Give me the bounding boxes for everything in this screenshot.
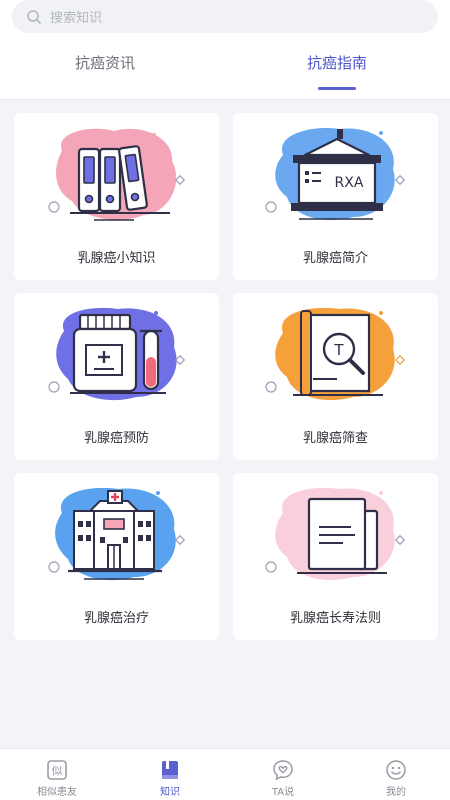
tabbar-item-similar[interactable]: 似 相似患友 bbox=[17, 759, 97, 798]
tab-cancer-guide[interactable]: 抗癌指南 bbox=[272, 52, 402, 73]
document-stack-icon bbox=[265, 487, 406, 581]
binders-icon bbox=[48, 128, 186, 221]
search-icon bbox=[26, 9, 42, 25]
card-prevention[interactable]: 乳腺癌预防 bbox=[14, 293, 219, 460]
card-title: 乳腺癌筛查 bbox=[302, 431, 368, 446]
tab-bar: 抗癌资讯 抗癌指南 bbox=[0, 44, 450, 90]
tabbar-item-ta-says[interactable]: TA说 bbox=[243, 759, 323, 798]
svg-text:似: 似 bbox=[52, 765, 63, 778]
card-title: 乳腺癌长寿法则 bbox=[289, 611, 381, 626]
book-icon bbox=[162, 761, 178, 779]
similar-icon: 似 bbox=[47, 760, 67, 780]
search-input[interactable]: 搜索知识 bbox=[50, 7, 102, 26]
card-title: 乳腺癌小知识 bbox=[77, 251, 156, 266]
tabbar-label: 相似患友 bbox=[37, 787, 77, 798]
board-rxa-icon: RXA bbox=[265, 128, 406, 221]
card-title: 乳腺癌简介 bbox=[302, 251, 368, 266]
search-bar[interactable]: 搜索知识 bbox=[12, 0, 438, 33]
hospital-icon bbox=[48, 487, 186, 581]
bottom-tab-bar: 似 相似患友 知识 TA说 我的 bbox=[0, 748, 450, 800]
magnifier-document-icon: T bbox=[265, 307, 406, 401]
tabbar-label: 我的 bbox=[386, 787, 406, 798]
card-title: 乳腺癌预防 bbox=[83, 431, 149, 446]
card-treatment[interactable]: 乳腺癌治疗 bbox=[14, 473, 219, 640]
tabbar-item-knowledge[interactable]: 知识 bbox=[130, 759, 210, 798]
card-title: 乳腺癌治疗 bbox=[83, 611, 149, 626]
card-knowledge[interactable]: 乳腺癌小知识 bbox=[14, 113, 219, 280]
tabbar-label: 知识 bbox=[160, 787, 180, 798]
card-longevity[interactable]: 乳腺癌长寿法则 bbox=[233, 473, 438, 640]
smile-icon bbox=[386, 760, 406, 780]
board-text: RXA bbox=[335, 175, 364, 191]
svg-text:T: T bbox=[333, 341, 344, 359]
active-tab-indicator bbox=[318, 87, 356, 90]
tabbar-item-mine[interactable]: 我的 bbox=[356, 759, 436, 798]
tabbar-label: TA说 bbox=[271, 787, 295, 798]
header: 搜索知识 抗癌资讯 抗癌指南 bbox=[0, 0, 450, 100]
card-screening[interactable]: T 乳腺癌筛查 bbox=[233, 293, 438, 460]
card-introduction[interactable]: RXA 乳腺癌简介 bbox=[233, 113, 438, 280]
medicine-bottle-icon bbox=[48, 307, 186, 401]
tab-cancer-news[interactable]: 抗癌资讯 bbox=[40, 52, 170, 73]
heart-chat-icon bbox=[273, 760, 293, 781]
